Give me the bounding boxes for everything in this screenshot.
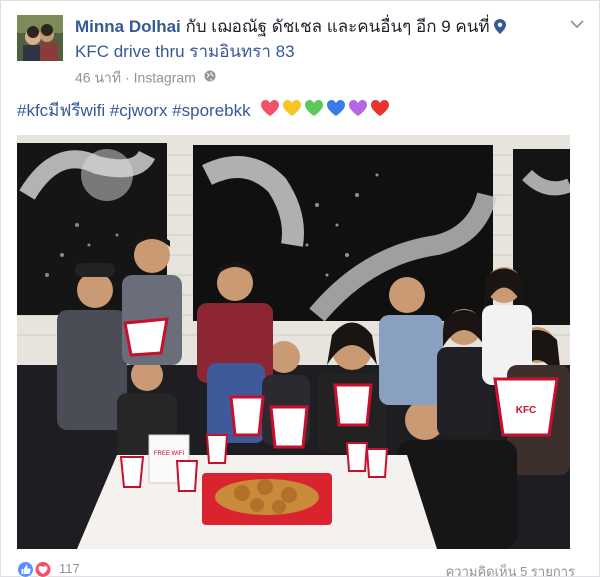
location-pin-icon	[493, 17, 506, 40]
heart-emoji-icon	[370, 100, 389, 116]
bucket-label: KFC	[516, 405, 537, 416]
author-avatar[interactable]	[17, 15, 63, 61]
post-source[interactable]: Instagram	[134, 69, 196, 85]
globe-icon[interactable]	[204, 68, 216, 86]
post-footer: 117 ความคิดเห็น 5 รายการ	[1, 559, 600, 577]
post-meta: 46 นาที · Instagram	[75, 67, 216, 86]
heart-emoji-icon	[304, 100, 323, 116]
post-photo[interactable]: FREE WIFI KFC	[17, 135, 570, 549]
free-wifi-sign: FREE WIFI	[154, 451, 185, 457]
comments-count-link[interactable]: ความคิดเห็น 5 รายการ	[446, 561, 575, 577]
hashtags[interactable]: #kfcมีฟรีwifi #cjworx #sporebkk	[17, 101, 251, 120]
post-time[interactable]: 46 นาที	[75, 69, 121, 85]
reaction-count[interactable]: 117	[59, 561, 80, 576]
post-header: Minna Dolhai กับ เฌอณัฐ ดัชเชล และคนอื่น…	[75, 15, 545, 63]
heart-emoji-icon	[282, 100, 301, 116]
post-card: Minna Dolhai กับ เฌอณัฐ ดัชเชล และคนอื่น…	[0, 0, 600, 577]
post-options-chevron-icon[interactable]	[569, 17, 585, 29]
heart-emoji-icon	[260, 100, 279, 116]
heart-emoji-icon	[348, 100, 367, 116]
author-name[interactable]: Minna Dolhai	[75, 17, 181, 36]
post-caption: #kfcมีฟรีwifi #cjworx #sporebkk	[17, 99, 391, 126]
meta-separator: ·	[121, 69, 134, 86]
hearts-emoji-row	[259, 99, 391, 126]
tagged-people-text[interactable]: กับ เฌอณัฐ ดัชเชล และคนอื่นๆ อีก 9 คนที่	[181, 17, 490, 36]
reactions-icons[interactable]	[17, 561, 55, 577]
check-in-place-link[interactable]: KFC drive thru รามอินทรา 83	[75, 40, 545, 63]
heart-emoji-icon	[326, 100, 345, 116]
